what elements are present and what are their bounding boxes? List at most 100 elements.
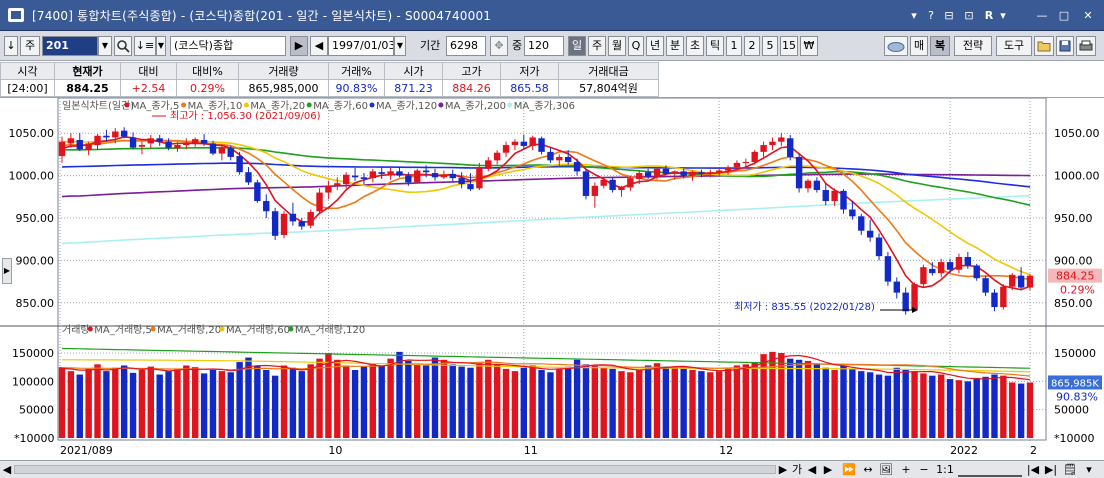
- folder-icon[interactable]: [1034, 36, 1054, 56]
- quote-volume-pct: 90.83%: [328, 79, 385, 97]
- options-dropdown-button[interactable]: ▾: [998, 8, 1008, 24]
- image-icon[interactable]: 🖼: [878, 462, 894, 477]
- count-input[interactable]: 120: [524, 36, 564, 56]
- layout-button[interactable]: ⊟: [942, 8, 956, 24]
- period-second-button[interactable]: 초: [686, 36, 704, 56]
- legend-dot: [288, 326, 294, 332]
- refresh-button[interactable]: R: [982, 8, 996, 24]
- candle-up: [636, 173, 643, 179]
- tools-button[interactable]: 도구: [996, 36, 1032, 56]
- statusbar-dropdown-button[interactable]: ▾: [1082, 462, 1096, 477]
- strategy-button[interactable]: 전략: [954, 36, 992, 56]
- code-input[interactable]: 201: [42, 36, 98, 56]
- count-label: 중: [512, 39, 523, 52]
- x-axis-label: 2022: [950, 444, 978, 457]
- back-button[interactable]: ◀: [310, 36, 328, 56]
- buy-button[interactable]: 매: [910, 36, 928, 56]
- volume-bar-up: [955, 380, 963, 438]
- period-quarter-button[interactable]: Q: [628, 36, 644, 56]
- period-month-button[interactable]: 월: [608, 36, 626, 56]
- step-forward-button[interactable]: ▶: [822, 462, 834, 477]
- period-5-button[interactable]: 5: [762, 36, 778, 56]
- period-input[interactable]: 6298: [446, 36, 486, 56]
- memo-icon[interactable]: 🗒: [1062, 462, 1078, 477]
- text-tool-button[interactable]: 가: [790, 462, 804, 477]
- period-day-button[interactable]: 일: [568, 36, 586, 56]
- zoom-slider[interactable]: [958, 462, 1022, 477]
- date-input[interactable]: 1997/01/03: [328, 36, 394, 56]
- print-icon[interactable]: [1076, 36, 1096, 56]
- search-icon[interactable]: [114, 36, 132, 56]
- candle-down: [254, 182, 261, 202]
- minimize-button[interactable]: —: [1034, 8, 1050, 24]
- step-back-button[interactable]: ◀: [806, 462, 818, 477]
- quote-header-low: 저가: [500, 62, 559, 80]
- candle-up: [911, 284, 918, 310]
- candle-down: [271, 211, 279, 236]
- period-minute-button[interactable]: 분: [666, 36, 684, 56]
- volume-bar-up: [742, 364, 750, 438]
- scroll-right-button[interactable]: ▶: [778, 462, 788, 477]
- period-1-button[interactable]: 1: [726, 36, 742, 56]
- sort-icon[interactable]: ↓≡: [134, 36, 156, 56]
- candle-down: [405, 175, 412, 183]
- volume-bar-up: [476, 363, 483, 438]
- zoom-reset-button[interactable]: 1:1: [934, 462, 956, 477]
- play-button[interactable]: ▶: [290, 36, 308, 56]
- period-tick-button[interactable]: 틱: [706, 36, 724, 56]
- fit-width-button[interactable]: ↔: [860, 462, 876, 477]
- volume-bar-up: [502, 368, 510, 438]
- candle-down: [351, 175, 359, 178]
- currency-button[interactable]: ₩: [800, 36, 818, 56]
- volume-bar-up: [307, 364, 314, 438]
- zoom-in-button[interactable]: +: [900, 462, 912, 477]
- move-icon[interactable]: ✥: [490, 36, 508, 56]
- code-dropdown-button[interactable]: ▼: [98, 36, 112, 56]
- volume-bar-up: [715, 371, 723, 438]
- cloud-icon[interactable]: [884, 36, 908, 56]
- candle-down: [263, 201, 270, 212]
- price-y-tick: 850.00: [16, 297, 55, 310]
- volume-bar-down: [680, 368, 687, 438]
- period-week-button[interactable]: 주: [588, 36, 606, 56]
- help-button[interactable]: ?: [926, 8, 936, 24]
- chart-canvas[interactable]: 1050.00 1050.00 1000.00 1000.00 950.00 950.00…: [0, 98, 1104, 460]
- maximize-button[interactable]: □: [1056, 8, 1072, 24]
- volume-bar-down: [431, 357, 439, 438]
- period-year-button[interactable]: 년: [646, 36, 664, 56]
- candle-down: [200, 139, 208, 144]
- jump-end-button[interactable]: ▶|: [1044, 462, 1058, 477]
- date-dropdown-button[interactable]: ▼: [394, 36, 406, 56]
- price-y-tick: 1050.00: [9, 127, 55, 140]
- price-y-tick: 950.00: [16, 212, 55, 225]
- scroll-track[interactable]: [14, 465, 776, 474]
- link-button[interactable]: ⊡: [962, 8, 976, 24]
- scroll-left-button[interactable]: ◀: [2, 462, 12, 477]
- expand-panel-button[interactable]: ▶: [2, 258, 12, 284]
- legend-dot: [306, 102, 312, 108]
- market-type-button[interactable]: 주: [20, 36, 40, 56]
- candle-down: [680, 171, 687, 176]
- prev-item-button[interactable]: ↓: [4, 36, 18, 56]
- sort-dropdown-button[interactable]: ▼: [156, 36, 166, 56]
- quote-header-open: 시가: [384, 62, 443, 80]
- volume-bar-down: [520, 367, 527, 438]
- candle-up: [751, 151, 758, 163]
- candle-down: [360, 177, 368, 179]
- period-15-button[interactable]: 15: [780, 36, 798, 56]
- jump-start-button[interactable]: |◀: [1026, 462, 1040, 477]
- legend-dot: [150, 326, 156, 332]
- close-button[interactable]: ✕: [1080, 8, 1096, 24]
- candle-up: [511, 141, 519, 146]
- sell-button[interactable]: 복: [930, 36, 950, 56]
- candle-up: [715, 170, 723, 173]
- zoom-out-button[interactable]: −: [918, 462, 930, 477]
- period-2-button[interactable]: 2: [744, 36, 760, 56]
- fast-forward-button[interactable]: ⏩: [840, 462, 858, 477]
- name-field[interactable]: (코스닥)종합: [170, 36, 286, 56]
- save-icon[interactable]: [1056, 36, 1074, 56]
- quote-header-change-pct: 대비%: [176, 62, 239, 80]
- chart-area[interactable]: 1050.00 1050.00 1000.00 1000.00 950.00 950.00…: [0, 98, 1104, 460]
- volume-bar-up: [707, 372, 714, 438]
- menu-dropdown-button[interactable]: ▾: [908, 8, 920, 24]
